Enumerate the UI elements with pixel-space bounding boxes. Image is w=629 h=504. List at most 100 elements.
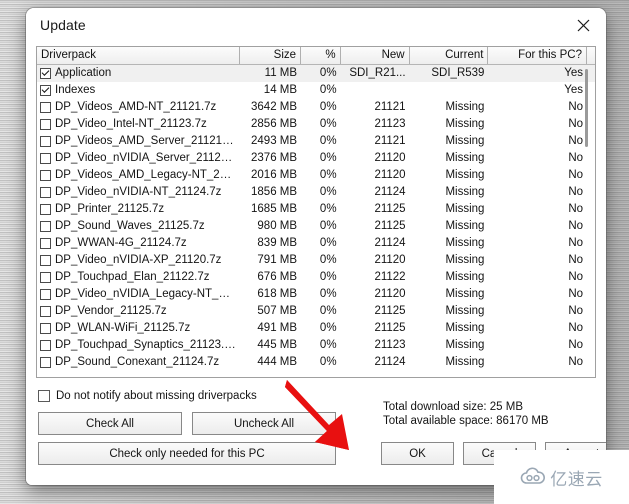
row-checkbox[interactable] bbox=[40, 204, 51, 215]
table-row[interactable]: DP_WLAN-WiFi_21125.7z 491 MB 0% 21125 Missin… bbox=[37, 320, 595, 337]
column-header-new[interactable]: New bbox=[340, 47, 410, 64]
row-pct-cell: 0% bbox=[319, 322, 337, 334]
row-checkbox[interactable] bbox=[40, 323, 51, 334]
row-pct-cell: 0% bbox=[319, 339, 337, 351]
row-pct-cell: 0% bbox=[319, 67, 337, 79]
row-checkbox[interactable] bbox=[40, 255, 51, 266]
column-header-pc[interactable]: For this PC? bbox=[488, 47, 588, 64]
table-row[interactable]: DP_Sound_Waves_21125.7z 980 MB 0% 21125 Miss… bbox=[37, 218, 595, 235]
row-checkbox[interactable] bbox=[40, 68, 51, 79]
table-row[interactable]: Application 11 MB 0% SDI_R21... SDI_R539 Yes bbox=[37, 65, 595, 82]
total-download-size: Total download size: 25 MB bbox=[383, 401, 523, 413]
table-row[interactable]: DP_Touchpad_Synaptics_21123.7z 445 MB 0% 21… bbox=[37, 337, 595, 354]
window-title: Update bbox=[40, 17, 86, 33]
row-checkbox[interactable] bbox=[40, 153, 51, 164]
row-pc-cell: No bbox=[568, 271, 584, 283]
row-name-label: DP_Touchpad_Elan_21122.7z bbox=[55, 271, 210, 283]
row-checkbox[interactable] bbox=[40, 272, 51, 283]
row-new-cell: SDI_R21... bbox=[349, 67, 406, 79]
row-checkbox[interactable] bbox=[40, 170, 51, 181]
row-current-cell: Missing bbox=[445, 288, 485, 300]
row-name-label: DP_Video_Intel-NT_21123.7z bbox=[55, 118, 207, 130]
row-pc-cell: No bbox=[568, 356, 584, 368]
update-dialog-window: Update Driverpack Size% New Current For this… bbox=[26, 8, 606, 485]
row-new-cell: 21120 bbox=[374, 254, 406, 266]
row-checkbox[interactable] bbox=[40, 187, 51, 198]
row-name-cell: DP_Video_Intel-NT_21123.7z bbox=[37, 116, 240, 133]
row-pc-cell: No bbox=[568, 135, 584, 147]
row-pc-cell: No bbox=[568, 169, 584, 181]
row-pct-cell: 0% bbox=[319, 220, 337, 232]
row-current-cell: Missing bbox=[445, 271, 485, 283]
row-name-cell: DP_Video_nVIDIA_Legacy-NT_21... bbox=[37, 286, 240, 303]
table-row[interactable]: DP_Videos_AMD_Legacy-NT_211... 2016 MB 0% 2… bbox=[37, 167, 595, 184]
row-name-cell: DP_Vendor_21125.7z bbox=[37, 303, 240, 320]
row-checkbox[interactable] bbox=[40, 340, 51, 351]
list-vertical-scrollbar[interactable] bbox=[583, 67, 590, 377]
row-current-cell: Missing bbox=[445, 254, 485, 266]
row-checkbox[interactable] bbox=[40, 289, 51, 300]
row-size-cell: 11 MB bbox=[264, 67, 298, 79]
row-checkbox[interactable] bbox=[40, 102, 51, 113]
table-row[interactable]: DP_Video_nVIDIA-XP_21120.7z 791 MB 0% 21120… bbox=[37, 252, 595, 269]
row-name-label: DP_Vendor_21125.7z bbox=[55, 305, 167, 317]
do-not-notify-checkbox[interactable] bbox=[38, 390, 50, 402]
row-checkbox[interactable] bbox=[40, 306, 51, 317]
ok-button[interactable]: OK bbox=[381, 442, 454, 465]
row-current-cell: Missing bbox=[445, 203, 485, 215]
table-row[interactable]: DP_Touchpad_Elan_21122.7z 676 MB 0% 21122 Mi… bbox=[37, 269, 595, 286]
table-row[interactable]: DP_Sound_Conexant_21124.7z 444 MB 0% 21124 M… bbox=[37, 354, 595, 371]
row-new-cell: 21121 bbox=[374, 101, 406, 113]
column-header-current[interactable]: Current bbox=[409, 47, 489, 64]
row-name-label: DP_Video_nVIDIA-NT_21124.7z bbox=[55, 186, 222, 198]
row-name-label: DP_Videos_AMD_Legacy-NT_211... bbox=[55, 169, 236, 181]
table-row[interactable]: DP_WWAN-4G_21124.7z 839 MB 0% 21124 Missing N… bbox=[37, 235, 595, 252]
row-current-cell: Missing bbox=[445, 322, 485, 334]
table-row[interactable]: DP_Video_nVIDIA_Legacy-NT_21... 618 MB 0% 2… bbox=[37, 286, 595, 303]
table-row[interactable]: DP_Videos_AMD-NT_21121.7z 3642 MB 0% 21121 M… bbox=[37, 99, 595, 116]
row-size-cell: 839 MB bbox=[257, 237, 298, 249]
row-pct-cell: 0% bbox=[319, 169, 337, 181]
column-header-size[interactable]: Size bbox=[239, 47, 302, 64]
row-checkbox[interactable] bbox=[40, 85, 51, 96]
row-name-cell: DP_Video_nVIDIA-XP_21120.7z bbox=[37, 252, 240, 269]
row-pct-cell: 0% bbox=[319, 254, 337, 266]
row-checkbox[interactable] bbox=[40, 221, 51, 232]
row-new-cell: 21121 bbox=[374, 135, 406, 147]
table-row[interactable]: DP_Video_nVIDIA-NT_21124.7z 1856 MB 0% 2112… bbox=[37, 184, 595, 201]
row-checkbox[interactable] bbox=[40, 238, 51, 249]
driverpack-list[interactable]: Driverpack Size% New Current For this PC? Ap… bbox=[36, 46, 596, 378]
watermark: 亿速云 bbox=[494, 450, 629, 504]
row-new-cell bbox=[341, 82, 410, 99]
table-row[interactable]: Indexes 14 MB 0% Yes bbox=[37, 82, 595, 99]
row-checkbox[interactable] bbox=[40, 357, 51, 368]
scrollbar-thumb[interactable] bbox=[585, 69, 588, 147]
row-new-cell: 21120 bbox=[374, 169, 406, 181]
row-pct-cell: 0% bbox=[319, 135, 337, 147]
row-new-cell: 21125 bbox=[374, 203, 406, 215]
row-new-cell: 21125 bbox=[374, 305, 406, 317]
close-icon[interactable] bbox=[566, 12, 600, 38]
row-pc-cell: No bbox=[568, 339, 584, 351]
column-header-pct[interactable]: % bbox=[301, 47, 341, 64]
table-row[interactable]: DP_Printer_21125.7z 1685 MB 0% 21125 Missing… bbox=[37, 201, 595, 218]
row-pct-cell: 0% bbox=[319, 237, 337, 249]
row-new-cell: 21123 bbox=[374, 339, 406, 351]
row-current-cell: Missing bbox=[445, 356, 485, 368]
row-checkbox[interactable] bbox=[40, 119, 51, 130]
row-new-cell: 21120 bbox=[374, 152, 406, 164]
table-row[interactable]: DP_Videos_AMD_Server_21121.7z 2493 MB 0% 21… bbox=[37, 133, 595, 150]
notify-checkbox-row[interactable]: Do not notify about missing driverpacks bbox=[38, 390, 257, 402]
table-body[interactable]: Application 11 MB 0% SDI_R21... SDI_R539 Yes I… bbox=[37, 65, 595, 377]
check-needed-button[interactable]: Check only needed for this PC bbox=[38, 442, 336, 465]
table-row[interactable]: DP_Vendor_21125.7z 507 MB 0% 21125 Missing No bbox=[37, 303, 595, 320]
table-row[interactable]: DP_Video_nVIDIA_Server_21120.7z 2376 MB 0%… bbox=[37, 150, 595, 167]
table-row[interactable]: DP_Video_Intel-NT_21123.7z 2856 MB 0% 21123… bbox=[37, 116, 595, 133]
row-size-cell: 980 MB bbox=[257, 220, 298, 232]
row-checkbox[interactable] bbox=[40, 136, 51, 147]
row-name-label: DP_Video_nVIDIA_Server_21120.7z bbox=[55, 152, 236, 164]
check-all-button[interactable]: Check All bbox=[38, 412, 182, 435]
row-pct-cell: 0% bbox=[319, 356, 337, 368]
column-header-name[interactable]: Driverpack bbox=[37, 47, 240, 64]
uncheck-all-button[interactable]: Uncheck All bbox=[192, 412, 336, 435]
